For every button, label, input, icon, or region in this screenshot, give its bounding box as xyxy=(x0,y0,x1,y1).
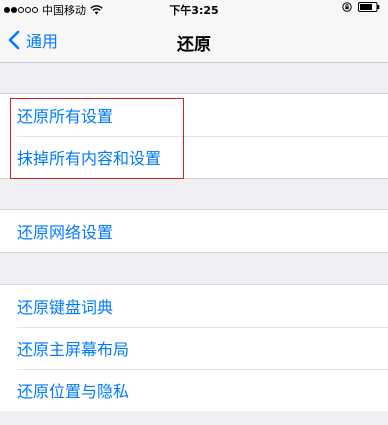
bottom-spacer xyxy=(0,411,388,425)
battery-icon xyxy=(358,2,380,12)
reset-home-screen-layout-item[interactable]: 还原主屏幕布局 xyxy=(0,327,388,369)
reset-network-settings-item[interactable]: 还原网络设置 xyxy=(0,210,388,252)
annotation-highlight-box xyxy=(10,98,184,179)
settings-group-network: 还原网络设置 xyxy=(0,209,388,253)
status-right xyxy=(342,2,380,12)
navigation-bar: 通用 还原 xyxy=(0,18,388,63)
status-time: 下午3:25 xyxy=(169,4,219,17)
reset-location-privacy-item[interactable]: 还原位置与隐私 xyxy=(0,369,388,411)
settings-group-other: 还原键盘词典 还原主屏幕布局 还原位置与隐私 xyxy=(0,284,388,412)
page-title: 还原 xyxy=(177,35,211,55)
rotation-lock-icon xyxy=(342,2,352,12)
settings-screen: 中国移动 下午3:25 通用 还原 还原所有设置 抹掉所有内容和设置 还原网络设… xyxy=(0,0,388,425)
status-bar: 中国移动 下午3:25 xyxy=(0,0,388,18)
reset-keyboard-dictionary-item[interactable]: 还原键盘词典 xyxy=(0,285,388,327)
